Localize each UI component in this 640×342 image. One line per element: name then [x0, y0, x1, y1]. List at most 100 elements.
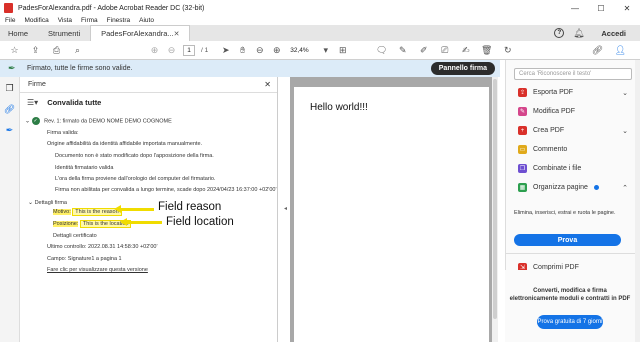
delete-icon[interactable]: 🗑︎ — [481, 45, 492, 56]
menu-firma[interactable]: Firma — [81, 17, 98, 24]
document-text: Hello world!!! — [310, 102, 368, 113]
maximize-button[interactable]: ☐ — [588, 0, 614, 16]
free-trial-button[interactable]: Prova gratuita di 7 giorni — [537, 315, 603, 329]
signature-line: Origine affidabilità da identità affidab… — [47, 141, 203, 147]
tool-edit-pdf[interactable]: ✎ Modifica PDF — [518, 107, 628, 116]
title-bar: PadesForAlexandra.pdf - Adobe Acrobat Re… — [0, 0, 640, 16]
tool-export-pdf[interactable]: ⇪ Esporta PDF ⌄ — [518, 88, 628, 97]
help-icon[interactable]: ? — [554, 28, 565, 38]
search-icon[interactable]: ⌕ — [72, 45, 83, 56]
tool-create-pdf[interactable]: + Crea PDF ⌄ — [518, 126, 628, 135]
panel-header: Firme ✕ — [20, 77, 277, 93]
page-up-icon[interactable]: ⊕ — [149, 45, 160, 56]
signature-status-message: Firmato, tutte le firme sono valide. — [27, 65, 133, 72]
toolbar: ☆ ⇪ ⎙ ⌕ ⊕ ⊖ 1 / 1 ➤ ✋︎ ⊖ ⊕ 32,4% ▾ ⊞ 🗨︎ … — [0, 41, 640, 60]
pdf-page: Hello world!!! — [294, 87, 489, 342]
fit-page-icon[interactable]: ⊞ — [337, 45, 348, 56]
document-scroll-thumb[interactable] — [493, 79, 497, 319]
validate-all-button[interactable]: Convalida tutte — [47, 98, 101, 107]
tab-home-label: Home — [8, 28, 29, 38]
pages-icon[interactable]: ❐ — [4, 83, 15, 94]
signature-status-bar: ✒︎ Firmato, tutte le firme sono valide. … — [0, 60, 500, 77]
menu-finestra[interactable]: Finestra — [107, 17, 130, 24]
tab-document[interactable]: PadesForAlexandra... ✕ — [90, 25, 191, 41]
page-down-icon[interactable]: ⊖ — [166, 45, 177, 56]
bell-icon[interactable]: 🔔︎ — [573, 28, 584, 39]
menu-modifica[interactable]: Modifica — [24, 17, 48, 24]
try-button[interactable]: Prova — [514, 234, 621, 246]
zoom-dropdown-icon[interactable]: ▾ — [320, 45, 331, 56]
print-icon[interactable]: ⎙ — [51, 45, 62, 56]
menu-aiuto[interactable]: Aiuto — [139, 17, 154, 24]
signature-check-icon: ✓ — [31, 117, 40, 125]
add-user-icon[interactable]: 👤︎ — [615, 45, 626, 56]
tool-label: Organizza pagine — [533, 184, 588, 191]
revision-row[interactable]: ⌄ ✓ Rev. 1: firmato da DEMO NOME DEMO CO… — [25, 117, 172, 125]
tools-scrollbar[interactable] — [635, 60, 640, 342]
field-text: Campo: Signature1 a pagina 1 — [47, 256, 122, 262]
signature-panel-button[interactable]: Pannello firma — [430, 62, 495, 75]
draw-icon[interactable]: ✐ — [418, 45, 429, 56]
signatures-icon[interactable]: ✒︎ — [4, 125, 15, 136]
upload-icon[interactable]: ⇪ — [30, 45, 41, 56]
tool-label: Commento — [533, 146, 568, 153]
attachments-icon[interactable]: 🔗︎ — [4, 104, 15, 115]
tab-home[interactable]: Home — [0, 25, 38, 41]
signature-line: Firma non abilitata per convalida a lung… — [55, 187, 277, 193]
highlight-pen-icon[interactable]: ✎ — [397, 45, 408, 56]
sign-icon[interactable]: ✍︎ — [460, 45, 471, 56]
validate-all-row: ☰▾ Convalida tutte — [20, 93, 277, 112]
window-title: PadesForAlexandra.pdf - Adobe Acrobat Re… — [18, 4, 205, 12]
menu-file[interactable]: File — [5, 17, 15, 24]
details-title: Dettagli firma — [34, 200, 67, 206]
comment-icon[interactable]: 🗨︎ — [376, 45, 387, 56]
sign-in-button[interactable]: Accedi — [601, 29, 626, 38]
combine-files-icon: ❐ — [518, 164, 527, 173]
hand-tool-icon[interactable]: ✋︎ — [237, 45, 248, 56]
bookmark-star-icon[interactable]: ☆ — [9, 45, 20, 56]
close-panel-icon[interactable]: ✕ — [264, 80, 271, 89]
page-number-input[interactable]: 1 — [183, 44, 195, 56]
close-window-button[interactable]: ✕ — [614, 0, 640, 16]
share-link-icon[interactable]: 🔗︎ — [592, 45, 603, 56]
select-arrow-icon[interactable]: ➤ — [220, 45, 231, 56]
view-version-link[interactable]: Fare clic per visualizzare questa versio… — [47, 267, 148, 273]
tab-tools-label: Strumenti — [48, 28, 81, 38]
organize-description: Elimina, inserisci, estrai e ruota le pa… — [514, 210, 616, 216]
tools-search-input[interactable]: Cerca 'Riconoscere il testo' — [514, 68, 632, 80]
menu-vista[interactable]: Vista — [58, 17, 72, 24]
tab-bar-right: ? 🔔︎ Accedi — [554, 25, 640, 41]
close-tab-icon[interactable]: ✕ — [174, 30, 180, 38]
organize-pages-icon: ▦ — [518, 183, 527, 192]
collapse-icon[interactable]: ⌃ — [622, 184, 628, 192]
details-caret-icon[interactable]: ⌄ — [28, 200, 33, 206]
tab-tools[interactable]: Strumenti — [38, 25, 90, 41]
tab-document-label: PadesForAlexandra... — [101, 29, 174, 38]
zoom-out-icon[interactable]: ⊖ — [254, 45, 265, 56]
expand-icon[interactable]: ⌄ — [622, 127, 628, 135]
create-pdf-icon: + — [518, 126, 527, 135]
details-row[interactable]: ⌄ Dettagli firma — [28, 199, 67, 206]
document-scrollbar[interactable] — [492, 77, 498, 342]
certificate-details-link[interactable]: Dettagli certificato — [53, 233, 97, 239]
stamp-icon[interactable]: ⎚ — [439, 45, 450, 56]
zoom-in-icon[interactable]: ⊕ — [271, 45, 282, 56]
location-label: Posizione: — [53, 221, 79, 227]
tool-combine-files[interactable]: ❐ Combinate i file — [518, 164, 628, 173]
promo-text: Converti, modifica e firma elettronicame… — [509, 288, 631, 302]
last-check-text: Ultimo controllo: 2022.08.31 14:58:30 +0… — [47, 244, 158, 250]
export-pdf-icon: ⇪ — [518, 88, 527, 97]
minimize-button[interactable]: — — [562, 0, 588, 16]
collapse-caret-icon[interactable]: ⌄ — [25, 118, 30, 124]
expand-icon[interactable]: ⌄ — [622, 89, 628, 97]
zoom-level-select[interactable]: 32,4% — [288, 45, 314, 56]
splitter-handle-icon[interactable]: ◂ — [284, 205, 287, 212]
tab-bar: Home Strumenti PadesForAlexandra... ✕ ? … — [0, 25, 640, 41]
signature-line: Identità firmatario valida — [55, 165, 114, 171]
tool-comment[interactable]: ▭ Commento — [518, 145, 628, 154]
signature-valid-icon: ✒︎ — [8, 63, 16, 73]
rotate-icon[interactable]: ↻ — [502, 45, 513, 56]
tool-organize-pages[interactable]: ▦ Organizza pagine ⌃ — [518, 183, 628, 192]
options-menu-icon[interactable]: ☰▾ — [27, 98, 38, 107]
acrobat-app-icon — [4, 3, 13, 13]
